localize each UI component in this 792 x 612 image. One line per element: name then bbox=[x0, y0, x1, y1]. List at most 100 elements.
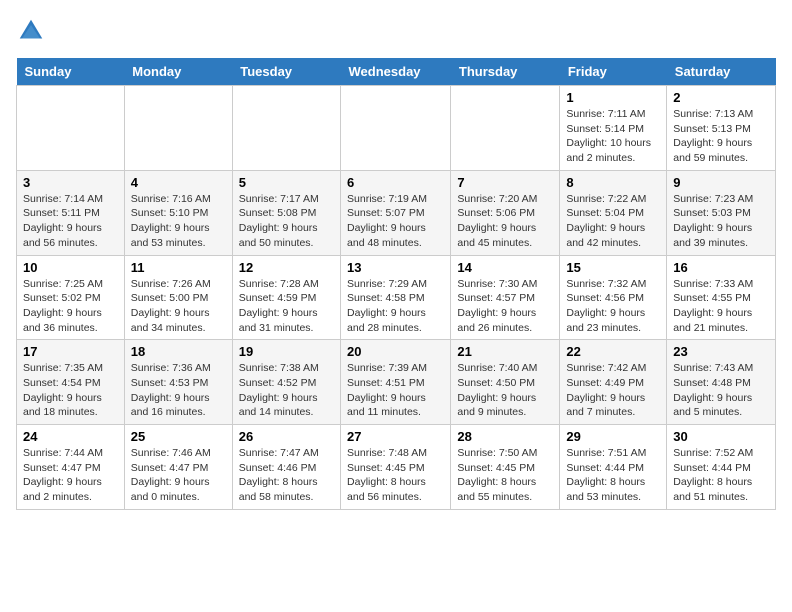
calendar-cell: 9 Sunrise: 7:23 AM Sunset: 5:03 PM Daylig… bbox=[667, 170, 776, 255]
day-number: 28 bbox=[457, 429, 553, 444]
calendar-cell: 27 Sunrise: 7:48 AM Sunset: 4:45 PM Dayli… bbox=[341, 425, 451, 510]
header-tuesday: Tuesday bbox=[232, 58, 340, 86]
calendar-cell: 22 Sunrise: 7:42 AM Sunset: 4:49 PM Dayli… bbox=[560, 340, 667, 425]
day-number: 1 bbox=[566, 90, 660, 105]
calendar-cell bbox=[124, 86, 232, 171]
day-number: 19 bbox=[239, 344, 334, 359]
day-number: 3 bbox=[23, 175, 118, 190]
calendar-cell: 18 Sunrise: 7:36 AM Sunset: 4:53 PM Dayli… bbox=[124, 340, 232, 425]
day-number: 25 bbox=[131, 429, 226, 444]
day-info: Sunrise: 7:29 AM Sunset: 4:58 PM Dayligh… bbox=[347, 278, 427, 334]
day-number: 17 bbox=[23, 344, 118, 359]
day-number: 6 bbox=[347, 175, 444, 190]
day-number: 27 bbox=[347, 429, 444, 444]
day-number: 9 bbox=[673, 175, 769, 190]
day-info: Sunrise: 7:11 AM Sunset: 5:14 PM Dayligh… bbox=[566, 108, 651, 164]
calendar-cell: 26Sunrise: 7:47 AM Sunset: 4:46 PM Dayli… bbox=[232, 425, 340, 510]
calendar-cell: 8Sunrise: 7:22 AM Sunset: 5:04 PM Daylig… bbox=[560, 170, 667, 255]
calendar-cell: 16 Sunrise: 7:33 AM Sunset: 4:55 PM Dayli… bbox=[667, 255, 776, 340]
day-info: Sunrise: 7:38 AM Sunset: 4:52 PM Dayligh… bbox=[239, 362, 319, 418]
day-number: 22 bbox=[566, 344, 660, 359]
calendar-cell: 14 Sunrise: 7:30 AM Sunset: 4:57 PM Dayli… bbox=[451, 255, 560, 340]
calendar-cell: 19 Sunrise: 7:38 AM Sunset: 4:52 PM Dayli… bbox=[232, 340, 340, 425]
calendar-cell bbox=[341, 86, 451, 171]
calendar-cell: 15 Sunrise: 7:32 AM Sunset: 4:56 PM Dayli… bbox=[560, 255, 667, 340]
logo-icon bbox=[16, 16, 46, 46]
day-info: Sunrise: 7:14 AM Sunset: 5:11 PM Dayligh… bbox=[23, 193, 103, 249]
day-info: Sunrise: 7:19 AM Sunset: 5:07 PM Dayligh… bbox=[347, 193, 427, 249]
day-info: Sunrise: 7:22 AM Sunset: 5:04 PM Dayligh… bbox=[566, 193, 646, 249]
day-info: Sunrise: 7:51 AM Sunset: 4:44 PM Dayligh… bbox=[566, 447, 646, 503]
day-info: Sunrise: 7:33 AM Sunset: 4:55 PM Dayligh… bbox=[673, 278, 753, 334]
day-number: 4 bbox=[131, 175, 226, 190]
calendar-cell: 7 Sunrise: 7:20 AM Sunset: 5:06 PM Daylig… bbox=[451, 170, 560, 255]
calendar-cell: 23 Sunrise: 7:43 AM Sunset: 4:48 PM Dayli… bbox=[667, 340, 776, 425]
day-number: 23 bbox=[673, 344, 769, 359]
calendar-cell: 1 Sunrise: 7:11 AM Sunset: 5:14 PM Daylig… bbox=[560, 86, 667, 171]
day-number: 30 bbox=[673, 429, 769, 444]
header-sunday: Sunday bbox=[17, 58, 125, 86]
day-number: 18 bbox=[131, 344, 226, 359]
day-info: Sunrise: 7:40 AM Sunset: 4:50 PM Dayligh… bbox=[457, 362, 537, 418]
calendar-cell: 17Sunrise: 7:35 AM Sunset: 4:54 PM Dayli… bbox=[17, 340, 125, 425]
day-info: Sunrise: 7:39 AM Sunset: 4:51 PM Dayligh… bbox=[347, 362, 427, 418]
day-info: Sunrise: 7:32 AM Sunset: 4:56 PM Dayligh… bbox=[566, 278, 646, 334]
day-number: 16 bbox=[673, 260, 769, 275]
calendar-cell bbox=[232, 86, 340, 171]
header-saturday: Saturday bbox=[667, 58, 776, 86]
day-info: Sunrise: 7:43 AM Sunset: 4:48 PM Dayligh… bbox=[673, 362, 753, 418]
calendar-cell: 13 Sunrise: 7:29 AM Sunset: 4:58 PM Dayli… bbox=[341, 255, 451, 340]
day-info: Sunrise: 7:36 AM Sunset: 4:53 PM Dayligh… bbox=[131, 362, 211, 418]
calendar-cell: 2Sunrise: 7:13 AM Sunset: 5:13 PM Daylig… bbox=[667, 86, 776, 171]
day-number: 20 bbox=[347, 344, 444, 359]
day-info: Sunrise: 7:17 AM Sunset: 5:08 PM Dayligh… bbox=[239, 193, 319, 249]
header-monday: Monday bbox=[124, 58, 232, 86]
calendar-cell: 12 Sunrise: 7:28 AM Sunset: 4:59 PM Dayli… bbox=[232, 255, 340, 340]
day-info: Sunrise: 7:30 AM Sunset: 4:57 PM Dayligh… bbox=[457, 278, 537, 334]
calendar-cell bbox=[17, 86, 125, 171]
calendar-table: SundayMondayTuesdayWednesdayThursdayFrid… bbox=[16, 58, 776, 510]
day-info: Sunrise: 7:42 AM Sunset: 4:49 PM Dayligh… bbox=[566, 362, 646, 418]
day-number: 10 bbox=[23, 260, 118, 275]
calendar-week-0: 1 Sunrise: 7:11 AM Sunset: 5:14 PM Daylig… bbox=[17, 86, 776, 171]
calendar-cell: 5 Sunrise: 7:17 AM Sunset: 5:08 PM Daylig… bbox=[232, 170, 340, 255]
header-thursday: Thursday bbox=[451, 58, 560, 86]
calendar-cell bbox=[451, 86, 560, 171]
day-info: Sunrise: 7:48 AM Sunset: 4:45 PM Dayligh… bbox=[347, 447, 427, 503]
day-number: 15 bbox=[566, 260, 660, 275]
day-number: 12 bbox=[239, 260, 334, 275]
calendar-week-3: 17Sunrise: 7:35 AM Sunset: 4:54 PM Dayli… bbox=[17, 340, 776, 425]
calendar-header-row: SundayMondayTuesdayWednesdayThursdayFrid… bbox=[17, 58, 776, 86]
day-info: Sunrise: 7:26 AM Sunset: 5:00 PM Dayligh… bbox=[131, 278, 211, 334]
day-number: 5 bbox=[239, 175, 334, 190]
calendar-week-2: 10 Sunrise: 7:25 AM Sunset: 5:02 PM Dayli… bbox=[17, 255, 776, 340]
day-number: 14 bbox=[457, 260, 553, 275]
calendar-cell: 11 Sunrise: 7:26 AM Sunset: 5:00 PM Dayli… bbox=[124, 255, 232, 340]
day-info: Sunrise: 7:20 AM Sunset: 5:06 PM Dayligh… bbox=[457, 193, 537, 249]
calendar-week-1: 3 Sunrise: 7:14 AM Sunset: 5:11 PM Daylig… bbox=[17, 170, 776, 255]
day-number: 13 bbox=[347, 260, 444, 275]
calendar-cell: 30 Sunrise: 7:52 AM Sunset: 4:44 PM Dayli… bbox=[667, 425, 776, 510]
calendar-cell: 4Sunrise: 7:16 AM Sunset: 5:10 PM Daylig… bbox=[124, 170, 232, 255]
day-info: Sunrise: 7:47 AM Sunset: 4:46 PM Dayligh… bbox=[239, 447, 319, 503]
day-info: Sunrise: 7:28 AM Sunset: 4:59 PM Dayligh… bbox=[239, 278, 319, 334]
day-info: Sunrise: 7:44 AM Sunset: 4:47 PM Dayligh… bbox=[23, 447, 103, 503]
day-info: Sunrise: 7:23 AM Sunset: 5:03 PM Dayligh… bbox=[673, 193, 753, 249]
logo bbox=[16, 16, 50, 46]
calendar-cell: 28 Sunrise: 7:50 AM Sunset: 4:45 PM Dayli… bbox=[451, 425, 560, 510]
header-wednesday: Wednesday bbox=[341, 58, 451, 86]
calendar-cell: 20 Sunrise: 7:39 AM Sunset: 4:51 PM Dayli… bbox=[341, 340, 451, 425]
day-info: Sunrise: 7:25 AM Sunset: 5:02 PM Dayligh… bbox=[23, 278, 103, 334]
day-number: 11 bbox=[131, 260, 226, 275]
day-number: 24 bbox=[23, 429, 118, 444]
day-info: Sunrise: 7:46 AM Sunset: 4:47 PM Dayligh… bbox=[131, 447, 211, 503]
calendar-cell: 6 Sunrise: 7:19 AM Sunset: 5:07 PM Daylig… bbox=[341, 170, 451, 255]
day-number: 7 bbox=[457, 175, 553, 190]
calendar-cell: 3 Sunrise: 7:14 AM Sunset: 5:11 PM Daylig… bbox=[17, 170, 125, 255]
day-info: Sunrise: 7:50 AM Sunset: 4:45 PM Dayligh… bbox=[457, 447, 537, 503]
calendar-week-4: 24 Sunrise: 7:44 AM Sunset: 4:47 PM Dayli… bbox=[17, 425, 776, 510]
day-number: 2 bbox=[673, 90, 769, 105]
calendar-cell: 10 Sunrise: 7:25 AM Sunset: 5:02 PM Dayli… bbox=[17, 255, 125, 340]
calendar-cell: 24 Sunrise: 7:44 AM Sunset: 4:47 PM Dayli… bbox=[17, 425, 125, 510]
day-info: Sunrise: 7:52 AM Sunset: 4:44 PM Dayligh… bbox=[673, 447, 753, 503]
